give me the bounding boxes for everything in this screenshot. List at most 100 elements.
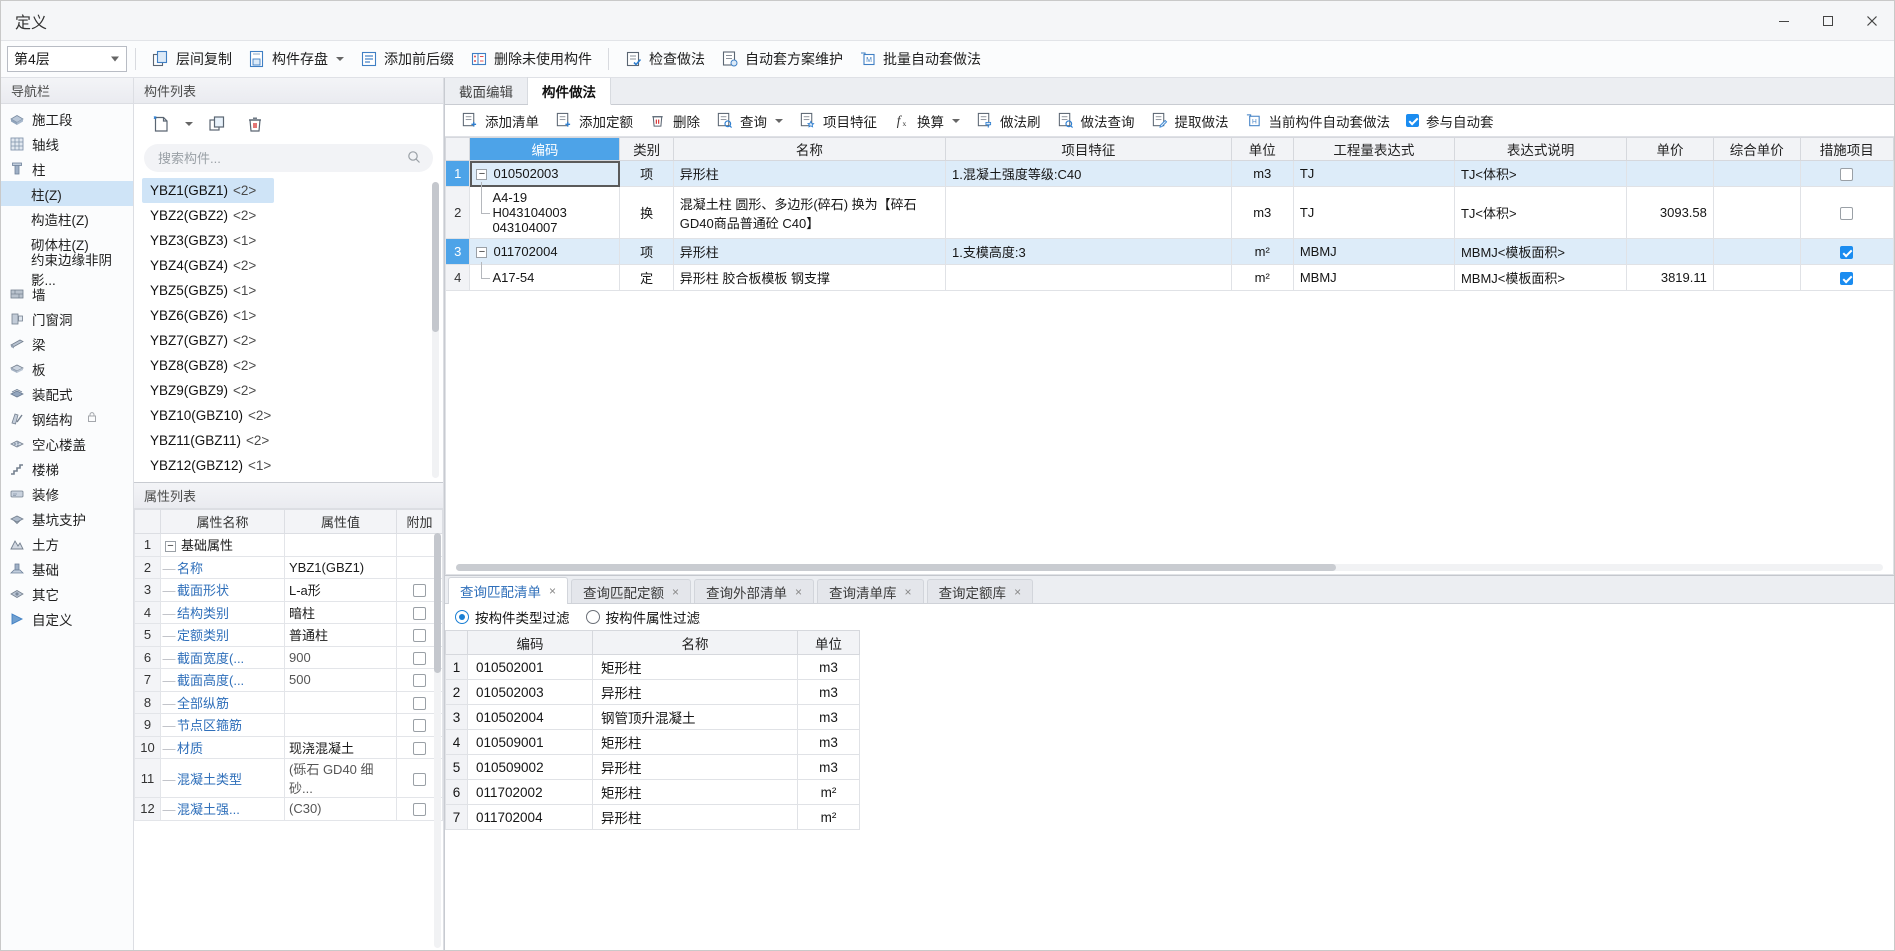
price-cell[interactable] <box>1626 238 1714 265</box>
property-value-cell[interactable] <box>284 713 397 737</box>
sidebar-item-4[interactable]: 构造柱(Z) <box>1 206 133 231</box>
method-column-header[interactable]: 单价 <box>1626 137 1714 161</box>
query-name-cell[interactable]: 矩形柱 <box>592 729 798 755</box>
property-value-cell[interactable] <box>284 690 397 714</box>
query-column-header[interactable] <box>445 630 468 655</box>
property-name-cell[interactable]: — 节点区箍筋 <box>160 713 285 737</box>
query-tab[interactable]: 查询清单库 × <box>817 579 924 603</box>
property-column-header[interactable]: 附加 <box>396 509 443 534</box>
property-row[interactable]: 12— 混凝土强... (C30) <box>134 797 443 821</box>
total-price-cell[interactable] <box>1712 264 1801 291</box>
category-cell[interactable]: 换 <box>619 186 674 239</box>
sidebar-item-6[interactable]: 约束边缘非阴影... <box>1 253 133 288</box>
collapse-icon[interactable]: − <box>476 169 488 181</box>
name-cell[interactable]: 异形柱 <box>672 160 947 187</box>
property-name-cell[interactable]: — 混凝土类型 <box>160 758 285 798</box>
sidebar-item-12[interactable]: 钢结构 <box>1 406 133 431</box>
property-name-cell[interactable]: — 材质 <box>160 735 285 759</box>
close-icon[interactable]: × <box>1014 585 1021 599</box>
feature-cell[interactable]: 1.支模高度:3 <box>945 238 1232 265</box>
sidebar-item-1[interactable]: 轴线 <box>1 131 133 156</box>
close-icon[interactable]: × <box>795 585 802 599</box>
query-column-header[interactable]: 单位 <box>797 630 860 655</box>
query-button[interactable]: 查询 <box>708 107 791 135</box>
query-name-cell[interactable]: 异形柱 <box>592 754 798 780</box>
checkbox-icon[interactable] <box>413 651 426 665</box>
component-item[interactable]: YBZ6(GBZ6) <1> <box>142 303 274 328</box>
checkbox-icon[interactable] <box>413 674 426 688</box>
property-row[interactable]: 10— 材质 现浇混凝土 <box>134 735 443 759</box>
checkbox-icon[interactable] <box>413 696 426 710</box>
query-code-cell[interactable]: 010502003 <box>467 679 593 705</box>
sidebar-item-10[interactable]: 板 <box>1 356 133 381</box>
price-cell[interactable]: 3819.11 <box>1626 264 1714 291</box>
property-row[interactable]: 11— 混凝土类型 (砾石 GD40 细砂... <box>134 758 443 798</box>
table-row[interactable]: 7 011702004 异形柱 m² <box>445 804 860 830</box>
property-row[interactable]: 8— 全部纵筋 <box>134 690 443 714</box>
category-cell[interactable]: 定 <box>619 264 674 291</box>
property-row[interactable]: 3— 截面形状 L-a形 <box>134 578 443 602</box>
sidebar-item-11[interactable]: 装配式 <box>1 381 133 406</box>
sidebar-item-18[interactable]: 基础 <box>1 556 133 581</box>
save-component-button[interactable]: 构件存盘 <box>240 45 352 73</box>
close-button[interactable] <box>1850 1 1894 41</box>
property-value-cell[interactable]: (C30) <box>284 797 397 821</box>
property-row[interactable]: 5— 定额类别 普通柱 <box>134 623 443 647</box>
property-name-cell[interactable]: — 混凝土强... <box>160 797 285 821</box>
delete-unused-button[interactable]: 删除未使用构件 <box>462 45 600 73</box>
query-name-cell[interactable]: 矩形柱 <box>592 654 798 680</box>
copy-component-button[interactable] <box>200 110 234 138</box>
unit-cell[interactable]: m3 <box>1230 186 1294 239</box>
query-tab[interactable]: 查询定额库 × <box>926 579 1034 603</box>
main-tab[interactable]: 构件做法 <box>528 78 611 105</box>
component-item[interactable]: YBZ1(GBZ1) <2> <box>142 178 274 203</box>
property-value-cell[interactable]: 暗柱 <box>284 600 397 624</box>
search-input[interactable] <box>156 149 407 167</box>
name-cell[interactable]: 混凝土柱 圆形、多边形(碎石) 换为【碎石 GD40商品普通砼 C40】 <box>672 186 947 239</box>
checkbox-icon[interactable] <box>1840 207 1854 221</box>
close-icon[interactable]: × <box>549 584 556 598</box>
table-row[interactable]: 3 010502004 钢管顶升混凝土 m3 <box>445 704 860 730</box>
total-price-cell[interactable] <box>1712 186 1801 239</box>
sidebar-item-9[interactable]: 梁 <box>1 331 133 356</box>
table-row[interactable]: 2 A4-19 H043104003 043104007 换混凝土柱 圆形、多边形(碎石… <box>444 182 1895 239</box>
table-row[interactable]: 5 010509002 异形柱 m3 <box>445 754 860 780</box>
auto-scheme-button[interactable]: 自动套方案维护 <box>713 45 851 73</box>
sidebar-item-2[interactable]: 柱 <box>1 156 133 181</box>
expression-desc-cell[interactable]: MBMJ<模板面积> <box>1453 238 1628 265</box>
method-column-header[interactable]: 名称 <box>672 137 947 161</box>
checkbox-icon[interactable] <box>413 606 426 620</box>
query-code-cell[interactable]: 010502001 <box>467 654 593 680</box>
method-column-header[interactable]: 表达式说明 <box>1453 137 1628 161</box>
sidebar-item-14[interactable]: 楼梯 <box>1 456 133 481</box>
add-quota-button[interactable]: 添加定额 <box>547 107 641 135</box>
total-price-cell[interactable] <box>1712 160 1801 187</box>
query-name-cell[interactable]: 异形柱 <box>592 804 798 830</box>
query-tab[interactable]: 查询外部清单 × <box>694 579 815 603</box>
convert-button[interactable]: fx 换算 <box>885 107 968 135</box>
category-cell[interactable]: 项 <box>619 160 674 187</box>
property-name-cell[interactable]: − 基础属性 <box>160 533 285 557</box>
checkbox-icon[interactable] <box>413 772 426 786</box>
query-name-cell[interactable]: 钢管顶升混凝土 <box>592 704 798 730</box>
property-list-scrollbar[interactable] <box>434 533 441 948</box>
sidebar-item-20[interactable]: 自定义 <box>1 606 133 631</box>
project-feature-button[interactable]: 项目特征 <box>791 107 885 135</box>
close-icon[interactable]: × <box>905 585 912 599</box>
checkbox-icon[interactable] <box>413 629 426 643</box>
maximize-button[interactable] <box>1806 1 1850 41</box>
property-row[interactable]: 2— 名称 YBZ1(GBZ1) <box>134 555 443 579</box>
query-unit-cell[interactable]: m3 <box>797 679 860 705</box>
query-name-cell[interactable]: 异形柱 <box>592 679 798 705</box>
method-column-header[interactable]: 措施项目 <box>1799 137 1895 161</box>
code-cell[interactable]: A17-54 <box>469 262 621 291</box>
extract-method-button[interactable]: 提取做法 <box>1143 107 1237 135</box>
table-row[interactable]: 4 010509001 矩形柱 m3 <box>445 729 860 755</box>
add-list-button[interactable]: 添加清单 <box>453 107 547 135</box>
main-tab[interactable]: 截面编辑 <box>445 77 528 104</box>
filter-radio[interactable]: 按构件属性过滤 <box>585 607 700 627</box>
component-item[interactable]: YBZ7(GBZ7) <2> <box>142 328 274 353</box>
minimize-button[interactable] <box>1762 1 1806 41</box>
expression-desc-cell[interactable]: TJ<体积> <box>1453 160 1628 187</box>
component-item[interactable]: YBZ2(GBZ2) <2> <box>142 203 274 228</box>
